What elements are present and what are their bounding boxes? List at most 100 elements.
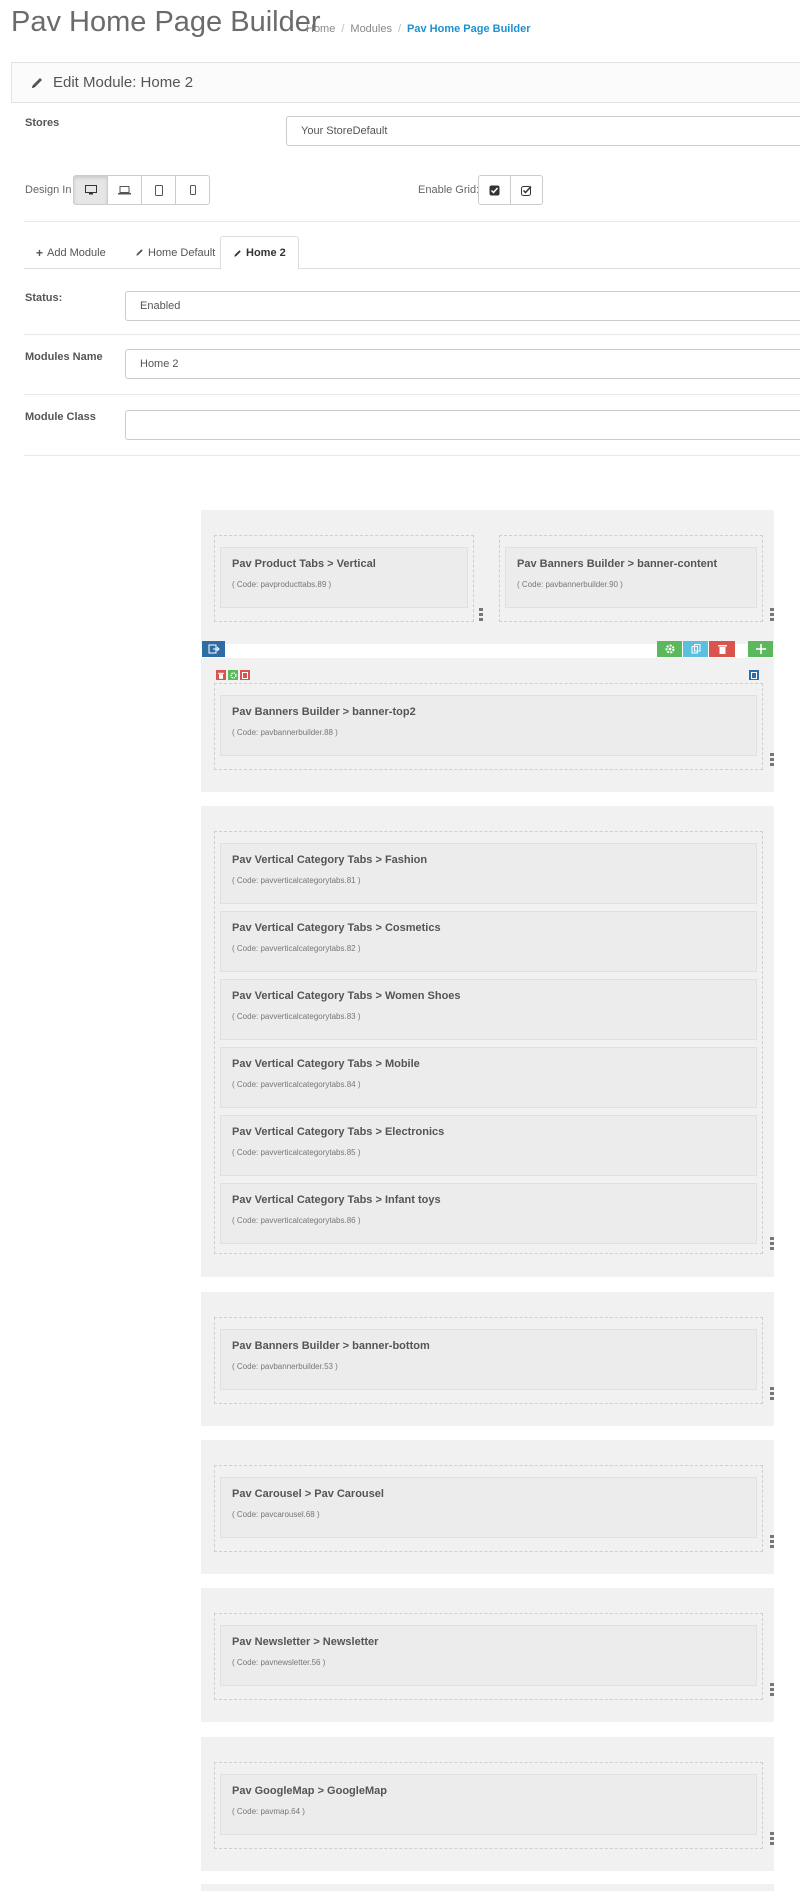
tab-home-2[interactable]: Home 2 — [220, 236, 299, 270]
widget-code: ( Code: pavbannerbuilder.90 ) — [517, 580, 623, 589]
column-resize-handle[interactable] — [479, 608, 483, 621]
laptop-button[interactable] — [107, 175, 142, 205]
module-widget[interactable]: Pav Banners Builder > banner-bottom ( Co… — [220, 1329, 757, 1390]
module-widget[interactable]: Pav Newsletter > Newsletter ( Code: pavn… — [220, 1625, 757, 1686]
design-device-group — [73, 175, 210, 205]
file-remove-icon — [242, 671, 248, 679]
layout-column: Pav Banners Builder > banner-top2 ( Code… — [214, 683, 774, 770]
widget-code: ( Code: pavbannerbuilder.53 ) — [232, 1362, 338, 1371]
layout-column: Pav GoogleMap > GoogleMap ( Code: pavmap… — [214, 1762, 774, 1849]
file-add-icon — [751, 671, 757, 679]
module-class-label: Module Class — [25, 411, 96, 423]
widget-code: ( Code: pavmap.64 ) — [232, 1807, 305, 1816]
layout-column: Pav Banners Builder > banner-bottom ( Co… — [214, 1317, 774, 1404]
module-widget[interactable]: Pav Banners Builder > banner-top2 ( Code… — [220, 695, 757, 756]
column-resize-handle[interactable] — [770, 1683, 774, 1696]
panel-heading: Edit Module: Home 2 — [11, 62, 800, 103]
column-resize-handle[interactable] — [770, 1387, 774, 1400]
widget-code: ( Code: pavverticalcategorytabs.82 ) — [232, 944, 361, 953]
widget-name: Pav Product Tabs > Vertical — [232, 558, 376, 570]
widget-code: ( Code: pavbannerbuilder.88 ) — [232, 728, 338, 737]
breadcrumb-current[interactable]: Pav Home Page Builder — [407, 23, 531, 35]
tab-label: Home 2 — [246, 247, 286, 259]
widget-name: Pav Banners Builder > banner-content — [517, 558, 718, 570]
tab-add-module[interactable]: + Add Module — [24, 236, 118, 269]
divider — [24, 394, 800, 395]
page-title: Pav Home Page Builder — [11, 6, 321, 38]
module-widget[interactable]: Pav Vertical Category Tabs > Cosmetics (… — [220, 911, 757, 972]
layout-row: Pav Carousel > Pav Carousel ( Code: pavc… — [201, 1440, 774, 1574]
modules-name-input[interactable]: Home 2 — [125, 349, 800, 379]
desktop-button[interactable] — [73, 175, 108, 205]
module-tabs: + Add Module Home Default Home 2 — [24, 236, 800, 270]
row-move-button[interactable] — [202, 641, 225, 657]
layout-row — [201, 1884, 774, 1891]
widget-name: Pav Carousel > Pav Carousel — [232, 1488, 384, 1500]
divider — [24, 334, 800, 335]
widget-name: Pav Banners Builder > banner-bottom — [232, 1340, 430, 1352]
trash-icon — [717, 645, 727, 654]
move-row-icon — [208, 644, 220, 654]
stores-select[interactable]: Your StoreDefault — [286, 116, 800, 146]
widget-code: ( Code: pavverticalcategorytabs.84 ) — [232, 1080, 361, 1089]
row-copy-button[interactable] — [683, 641, 708, 657]
copy-icon — [691, 644, 700, 654]
module-class-input[interactable] — [125, 410, 800, 440]
breadcrumb-modules[interactable]: Modules — [350, 23, 392, 35]
column-delete-button[interactable] — [216, 670, 226, 680]
tab-label: Add Module — [47, 246, 106, 259]
layout-column: Pav Banners Builder > banner-content ( C… — [499, 535, 774, 622]
widget-code: ( Code: pavverticalcategorytabs.83 ) — [232, 1012, 361, 1021]
module-widget[interactable]: Pav Carousel > Pav Carousel ( Code: pavc… — [220, 1477, 757, 1538]
tablet-button[interactable] — [141, 175, 176, 205]
widget-name: Pav Banners Builder > banner-top2 — [232, 706, 416, 718]
mobile-button[interactable] — [175, 175, 210, 205]
breadcrumb-home[interactable]: Home — [306, 23, 335, 35]
module-widget[interactable]: Pav Product Tabs > Vertical ( Code: pavp… — [220, 547, 468, 608]
column-resize-handle[interactable] — [770, 1832, 774, 1845]
layout-column: Pav Newsletter > Newsletter ( Code: pavn… — [214, 1613, 774, 1700]
module-widget[interactable]: Pav Vertical Category Tabs > Mobile ( Co… — [220, 1047, 757, 1108]
laptop-icon — [118, 185, 131, 194]
widget-code: ( Code: pavverticalcategorytabs.81 ) — [232, 876, 361, 885]
row-settings-button[interactable] — [657, 641, 682, 657]
column-add-widget-button[interactable] — [749, 670, 759, 680]
module-widget[interactable]: Pav GoogleMap > GoogleMap ( Code: pavmap… — [220, 1774, 757, 1835]
tab-label: Home Default — [148, 246, 216, 259]
pencil-icon — [136, 249, 143, 256]
layout-row: Pav GoogleMap > GoogleMap ( Code: pavmap… — [201, 1737, 774, 1871]
widget-name: Pav Vertical Category Tabs > Women Shoes — [232, 990, 461, 1002]
widget-name: Pav Vertical Category Tabs > Fashion — [232, 854, 428, 866]
column-resize-handle[interactable] — [770, 1237, 774, 1250]
gear-icon — [665, 644, 674, 654]
enable-grid-group — [478, 175, 543, 205]
widget-name: Pav Vertical Category Tabs > Cosmetics — [232, 922, 441, 934]
widget-code: ( Code: pavverticalcategorytabs.85 ) — [232, 1148, 361, 1157]
grid-off-button[interactable] — [510, 175, 543, 205]
widget-name: Pav Newsletter > Newsletter — [232, 1636, 379, 1648]
widget-code: ( Code: pavcarousel.68 ) — [232, 1510, 320, 1519]
column-remove-button[interactable] — [240, 670, 250, 680]
column-resize-handle[interactable] — [770, 1535, 774, 1548]
module-widget[interactable]: Pav Vertical Category Tabs > Women Shoes… — [220, 979, 757, 1040]
module-widget[interactable]: Pav Vertical Category Tabs > Electronics… — [220, 1115, 757, 1176]
module-widget[interactable]: Pav Vertical Category Tabs > Infant toys… — [220, 1183, 757, 1244]
tab-home-default[interactable]: Home Default — [123, 236, 227, 269]
widget-code: ( Code: pavproducttabs.89 ) — [232, 580, 332, 589]
widget-code: ( Code: pavnewsletter.56 ) — [232, 1658, 326, 1667]
pencil-icon — [32, 78, 42, 88]
panel-title: Edit Module: Home 2 — [53, 74, 194, 91]
grid-on-button[interactable] — [478, 175, 511, 205]
add-column-button[interactable] — [748, 641, 773, 657]
column-resize-handle[interactable] — [770, 753, 774, 766]
row-delete-button[interactable] — [709, 641, 735, 657]
layout-row: Pav Banners Builder > banner-bottom ( Co… — [201, 1292, 774, 1426]
column-resize-handle[interactable] — [770, 608, 774, 621]
layout-column: Pav Product Tabs > Vertical ( Code: pavp… — [214, 535, 483, 622]
status-select[interactable]: Enabled — [125, 291, 800, 321]
modules-name-label: Modules Name — [25, 351, 103, 363]
tablet-icon — [154, 184, 163, 196]
module-widget[interactable]: Pav Banners Builder > banner-content ( C… — [505, 547, 757, 608]
column-settings-button[interactable] — [228, 670, 238, 680]
module-widget[interactable]: Pav Vertical Category Tabs > Fashion ( C… — [220, 843, 757, 904]
